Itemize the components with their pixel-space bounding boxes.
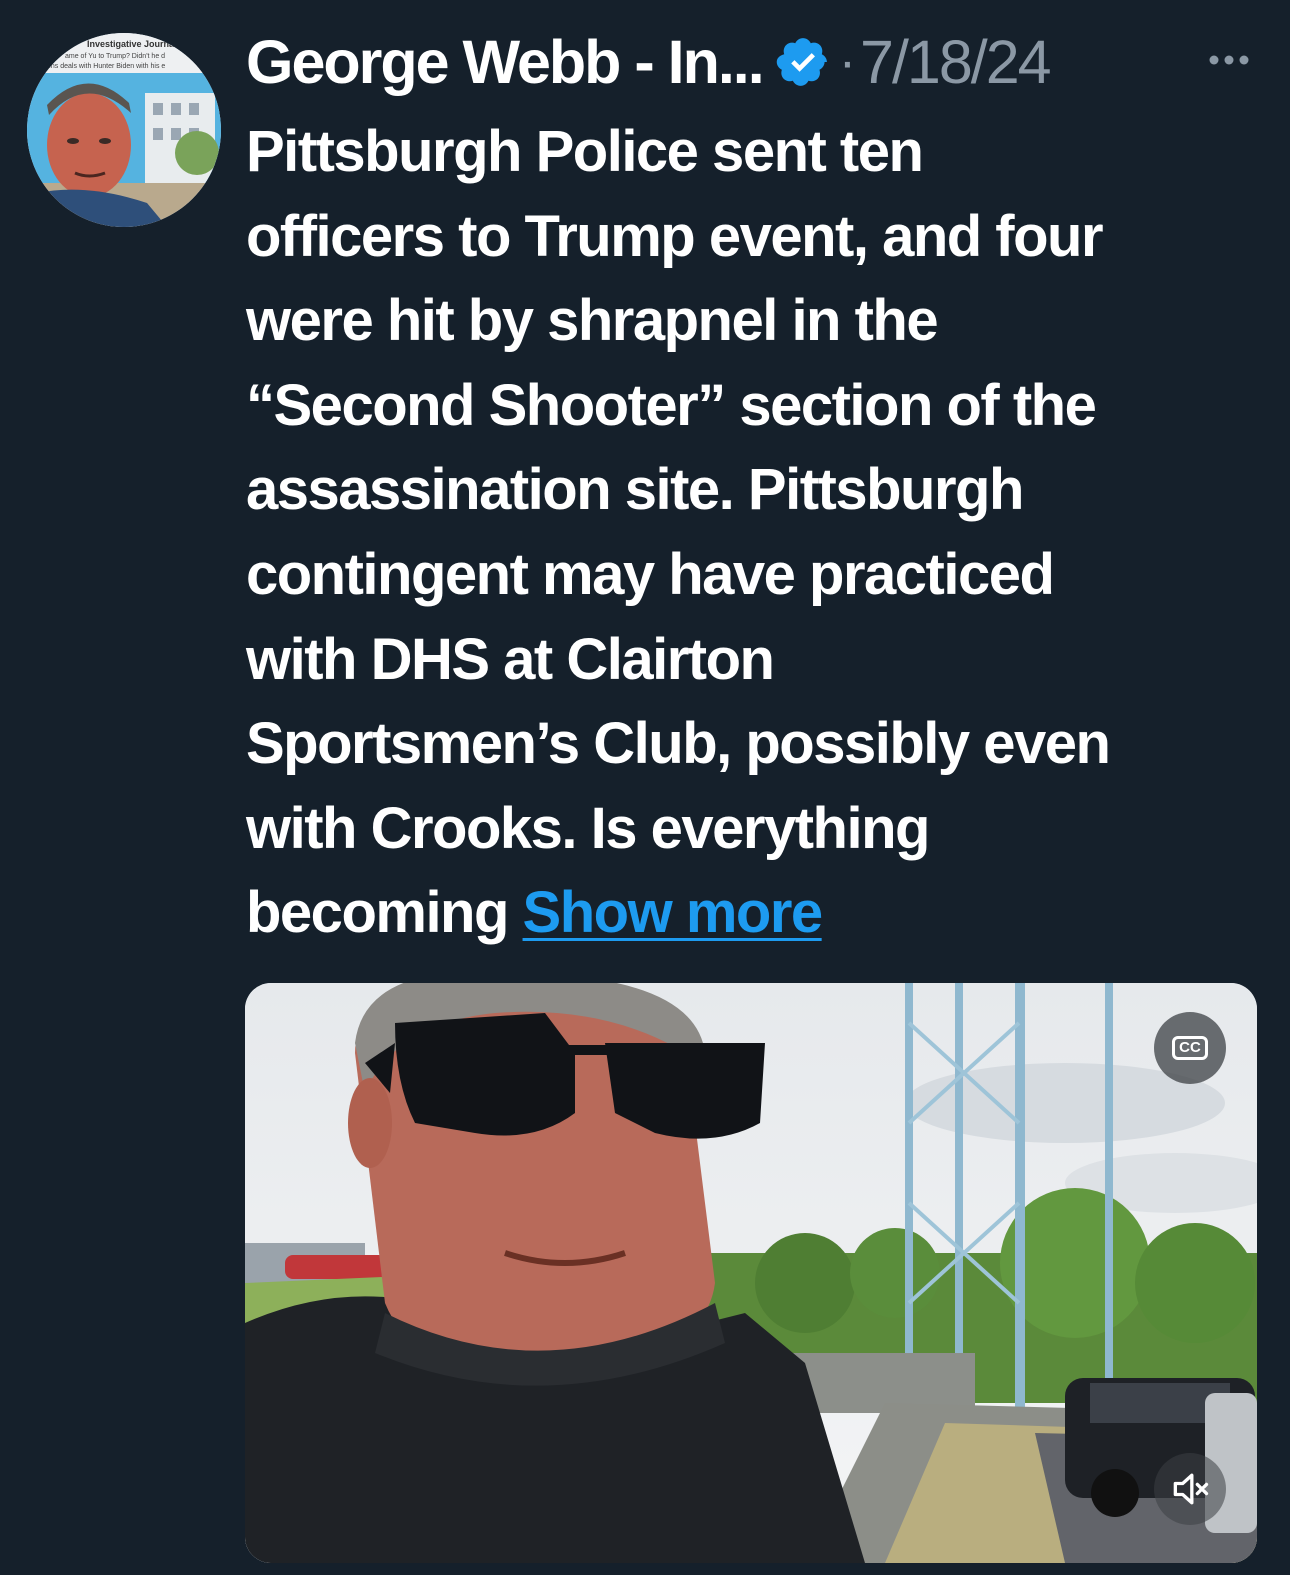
- tweet-text-line: contingent may have practiced: [246, 541, 1055, 607]
- show-more-link[interactable]: Show more: [523, 880, 824, 945]
- tweet-text-line: “Second Shooter” section of the: [246, 372, 1097, 438]
- post-timestamp[interactable]: 7/18/24: [860, 27, 1052, 97]
- avatar-text-3: ons deals with Hunter Biden with his e: [47, 63, 165, 70]
- tweet-text-line: officers to Trump event, and four: [246, 203, 1104, 269]
- avatar[interactable]: Investigative Journalist ame of Yu to Tr…: [27, 33, 221, 227]
- tweet-text-line: Sportsmen’s Club, possibly even: [246, 711, 1111, 777]
- verified-badge-icon[interactable]: [775, 34, 831, 90]
- tweet[interactable]: Investigative Journalist ame of Yu to Tr…: [0, 0, 1290, 1575]
- closed-captions-icon: CC: [1172, 1036, 1208, 1060]
- avatar-image: Investigative Journalist ame of Yu to Tr…: [27, 33, 221, 227]
- author-name[interactable]: George Webb - In...: [246, 27, 765, 97]
- tweet-text-line: assassination site. Pittsburgh: [246, 457, 1024, 523]
- closed-captions-button[interactable]: CC: [1154, 1012, 1226, 1084]
- avatar-text-2: ame of Yu to Trump? Didn't he d: [65, 53, 165, 60]
- tweet-text-tail: becoming: [246, 880, 509, 946]
- mute-button[interactable]: [1154, 1453, 1226, 1525]
- avatar-text-1: Investigative Journalist: [87, 39, 187, 49]
- tweet-text-last-line: becoming Show more: [246, 871, 1276, 956]
- video-frame: [245, 983, 1257, 1563]
- tweet-text-line: Pittsburgh Police sent ten: [246, 119, 924, 184]
- tweet-text-line: were hit by shrapnel in the: [246, 288, 939, 354]
- video-player[interactable]: CC: [245, 983, 1257, 1563]
- tweet-text-line: with Crooks. Is everything: [246, 795, 930, 861]
- header-separator: ·: [838, 33, 857, 91]
- more-options-icon[interactable]: [1207, 48, 1251, 72]
- volume-muted-icon: [1173, 1473, 1209, 1505]
- tweet-header: George Webb - In... · 7/18/24: [246, 22, 1052, 102]
- tweet-text: Pittsburgh Police sent ten officers to T…: [246, 110, 1276, 956]
- tweet-text-line: with DHS at Clairton: [246, 626, 775, 692]
